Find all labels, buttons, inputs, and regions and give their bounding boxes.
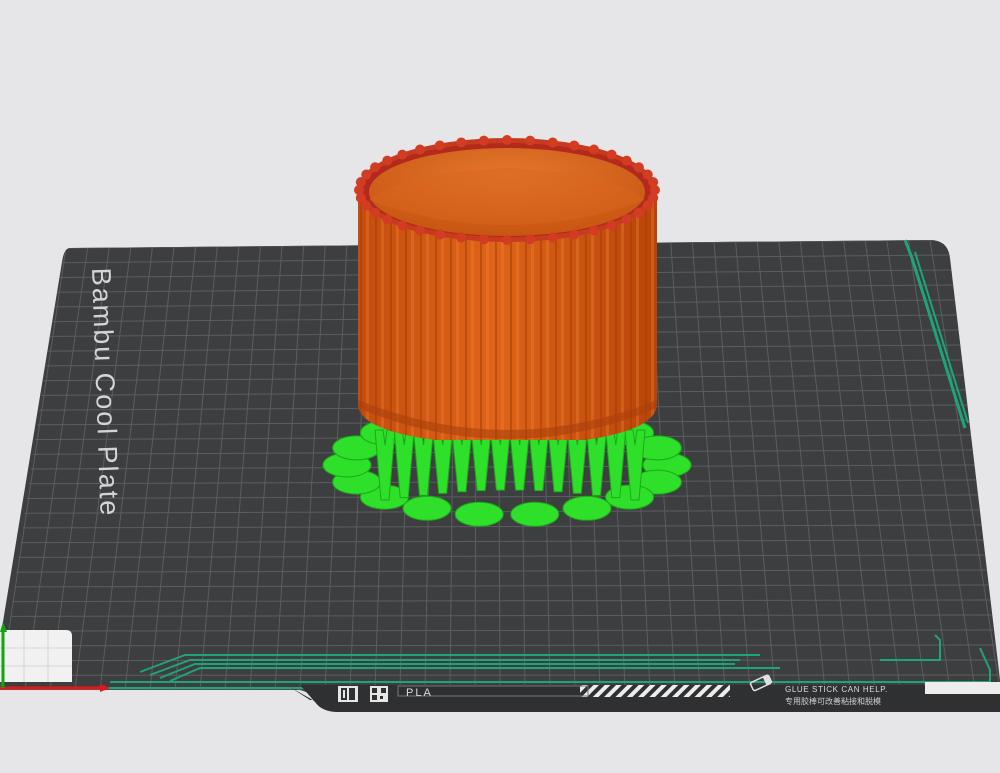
rim-scallop xyxy=(361,169,372,180)
rim-scallop xyxy=(547,137,558,148)
rim-scallop xyxy=(370,162,381,173)
support-pad xyxy=(510,501,560,527)
rim-scallop xyxy=(525,135,536,146)
rim-scallop xyxy=(621,155,632,166)
rim-scallop xyxy=(633,162,644,173)
plate-label-strip xyxy=(290,685,1000,712)
rim-scallop xyxy=(382,214,393,225)
rim-scallop xyxy=(547,232,558,243)
rim-scallop xyxy=(633,207,644,218)
rim-scallop xyxy=(434,229,445,240)
rim-scallop xyxy=(621,214,632,225)
3d-viewport[interactable]: Bambu Cool Plate PLA GLUE STICK CAN HELP… xyxy=(0,0,1000,773)
rim-scallop xyxy=(569,140,580,151)
plate-stripe-pattern xyxy=(580,685,730,697)
qr-code-icon xyxy=(370,686,388,702)
rim-scallop xyxy=(606,220,617,231)
glue-hint-line2: 专用胶棒可改善粘接和脱模 xyxy=(785,696,881,706)
rim-scallop xyxy=(415,225,426,236)
rim-scallop xyxy=(502,135,512,145)
rim-scallop xyxy=(502,235,512,245)
rim-scallop xyxy=(478,234,489,245)
support-pad xyxy=(454,501,504,527)
rim-scallop xyxy=(648,177,659,188)
rim-scallop xyxy=(478,135,489,146)
bambu-logo-icon xyxy=(338,686,358,702)
rim-scallop xyxy=(606,149,617,160)
rim-scallop xyxy=(415,144,426,155)
rim-scallop xyxy=(397,149,408,160)
rim-scallop xyxy=(382,155,393,166)
rim-scallop xyxy=(642,200,653,211)
rim-scallop xyxy=(569,229,580,240)
support-pad xyxy=(562,495,612,521)
rim-scallop xyxy=(434,140,445,151)
rim-scallop xyxy=(525,234,536,245)
model-cylinder xyxy=(354,135,660,440)
rim-scallop xyxy=(456,232,467,243)
glue-hint-line1: GLUE STICK CAN HELP. xyxy=(785,685,888,694)
rim-scallop xyxy=(397,220,408,231)
support-pad xyxy=(402,495,452,521)
scene-canvas: Bambu Cool Plate PLA GLUE STICK CAN HELP… xyxy=(0,135,1000,712)
rim-scallop xyxy=(588,225,599,236)
rim-scallop xyxy=(456,137,467,148)
origin-marker xyxy=(0,630,72,682)
filament-label: PLA xyxy=(406,687,433,699)
rim-scallop xyxy=(588,144,599,155)
rim-scallop xyxy=(370,207,381,218)
